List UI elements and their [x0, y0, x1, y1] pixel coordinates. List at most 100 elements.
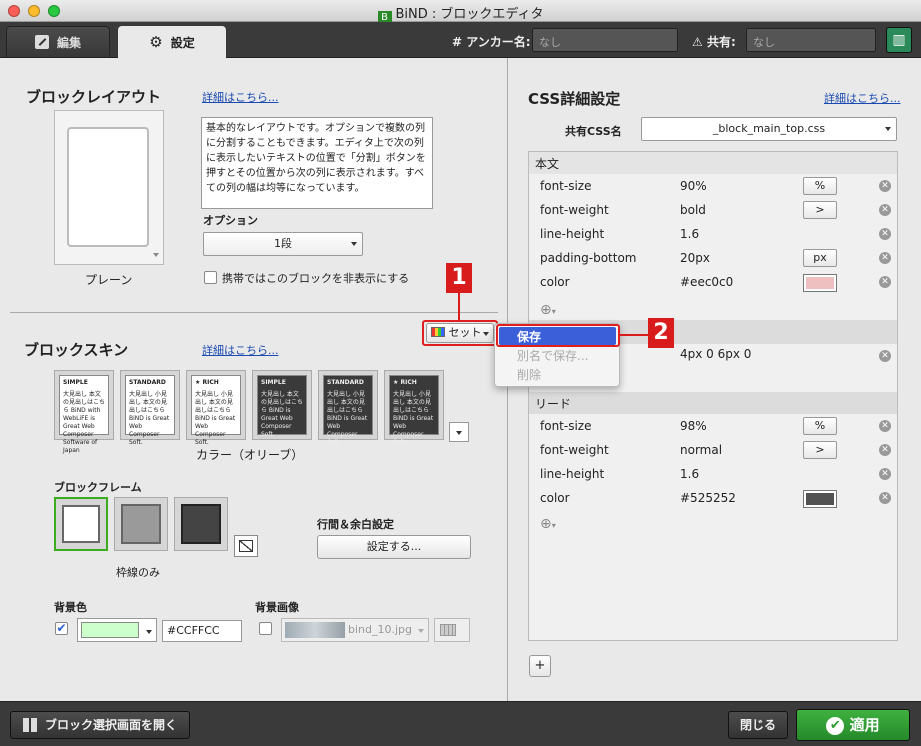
menu-item-delete[interactable]: 削除: [517, 366, 541, 383]
css-property-value[interactable]: normal: [680, 443, 722, 457]
block-skin-detail-link[interactable]: 詳細はこちら...: [202, 342, 279, 358]
apply-label: 適用: [849, 716, 880, 734]
tab-edit[interactable]: 編集: [6, 26, 110, 58]
css-property-value[interactable]: #eec0c0: [680, 275, 733, 289]
layout-preview[interactable]: [54, 110, 164, 265]
add-section-button[interactable]: +: [529, 655, 551, 677]
skin-label: ★ RICH: [195, 379, 219, 386]
shared-css-label: 共有CSS名: [565, 125, 622, 138]
book-icon[interactable]: ▥: [886, 27, 912, 53]
skin-option[interactable]: SIMPLE 大見出し 本文の見出しはこちら BiND with WebLiFE …: [54, 370, 114, 454]
title-bar: B BiND : ブロックエディタ: [0, 0, 921, 25]
close-button[interactable]: 閉じる: [728, 711, 788, 739]
annotation-badge-2: 2: [648, 318, 674, 348]
css-property-row[interactable]: color #eec0c0 ✕: [520, 270, 900, 294]
frame-option-gray[interactable]: [114, 497, 168, 551]
color-swatch[interactable]: [803, 490, 837, 508]
add-body-property-icon[interactable]: ⊕▾: [540, 302, 556, 318]
skin-option[interactable]: STANDARD 大見出し 小見出し 本文の見出しはこちら BiND is Gre…: [120, 370, 180, 446]
css-property-value[interactable]: #525252: [680, 491, 736, 505]
remove-property-icon[interactable]: ✕: [879, 492, 891, 504]
option-label: オプション: [203, 214, 258, 227]
toolbar: 編集 ⚙ 設定 # アンカー名: なし ⚠ 共有: なし ▥: [0, 22, 921, 58]
share-label-wrap: ⚠ 共有:: [692, 33, 736, 50]
value-picker-button[interactable]: >: [803, 201, 837, 219]
grid-icon: [23, 718, 37, 732]
remove-property-icon[interactable]: ✕: [879, 444, 891, 456]
remove-property-icon[interactable]: ✕: [879, 468, 891, 480]
skin-preview: STANDARD 大見出し 小見出し 本文の見出しはこちら BiND is Gre…: [125, 375, 175, 446]
bg-image-select[interactable]: bind_10.jpg: [281, 618, 429, 642]
css-property-value[interactable]: 1.6: [680, 227, 699, 241]
open-block-select-button[interactable]: ブロック選択画面を開く: [10, 711, 190, 739]
remove-property-icon[interactable]: ✕: [879, 252, 891, 264]
bg-image-label: 背景画像: [255, 601, 299, 614]
skin-label: SIMPLE: [63, 379, 88, 386]
skin-option[interactable]: STANDARD 大見出し 小見出し 本文の見出しはこちら BiND is Gre…: [318, 370, 378, 446]
css-property-value[interactable]: 20px: [680, 251, 710, 265]
bg-image-checkbox[interactable]: [259, 622, 272, 635]
css-property-row[interactable]: font-size 90%% ✕: [520, 174, 900, 198]
css-property-key: color: [540, 275, 570, 289]
css-property-value[interactable]: bold: [680, 203, 706, 217]
bg-image-tile-icon[interactable]: [434, 618, 470, 642]
window-title-text: BiND : ブロックエディタ: [395, 7, 544, 22]
block-layout-detail-link[interactable]: 詳細はこちら...: [202, 89, 279, 105]
skin-option[interactable]: ★ RICH 大見出し 小見出し 本文の見出しはこちら BiND is Great…: [186, 370, 246, 446]
spacing-settings-button[interactable]: 設定する...: [317, 535, 471, 559]
spacing-label: 行間＆余白設定: [317, 518, 394, 531]
remove-property-icon[interactable]: ✕: [879, 204, 891, 216]
skin-preview: ★ RICH 大見出し 小見出し 本文の見出しはこちら BiND is Great…: [389, 375, 439, 446]
remove-property-icon[interactable]: ✕: [879, 420, 891, 432]
css-property-key: font-size: [540, 179, 592, 193]
frame-none-icon[interactable]: [234, 535, 258, 557]
bg-color-checkbox[interactable]: ✔: [55, 622, 68, 635]
frame-option-border[interactable]: [54, 497, 108, 551]
annotation-badge-1: 1: [446, 263, 472, 293]
annotation-line-1: [458, 293, 460, 320]
shared-css-select[interactable]: _block_main_top.css: [641, 117, 897, 141]
css-property-row[interactable]: line-height 1.6 ✕: [520, 222, 900, 246]
value-picker-button[interactable]: >: [803, 441, 837, 459]
color-swatch[interactable]: [803, 274, 837, 292]
css-property-row[interactable]: font-size 98%% ✕: [520, 414, 900, 438]
remove-property-icon[interactable]: ✕: [879, 276, 891, 288]
unit-select[interactable]: %: [803, 417, 837, 435]
css-settings-title: CSS詳細設定: [528, 90, 621, 108]
apply-button[interactable]: ✔ 適用: [796, 709, 910, 741]
bg-color-swatch[interactable]: [77, 618, 157, 642]
set-button[interactable]: セット: [426, 323, 494, 343]
css-property-value[interactable]: 90%: [680, 179, 707, 193]
css-detail-link[interactable]: 詳細はこちら...: [824, 90, 901, 106]
css-property-value[interactable]: 1.6: [680, 467, 699, 481]
css-property-row[interactable]: padding-bottom 20px px ✕: [520, 246, 900, 270]
option-select[interactable]: 1段: [203, 232, 363, 256]
skin-option[interactable]: SIMPLE 大見出し 本文の見出しはこちら BiND is Great Web …: [252, 370, 312, 440]
layout-description: 基本的なレイアウトです。オプションで複数の列に分割することもできます。エディタ上…: [201, 117, 433, 209]
menu-item-save-as[interactable]: 別名で保存...: [517, 347, 588, 364]
tab-settings[interactable]: ⚙ 設定: [118, 26, 226, 58]
css-property-row[interactable]: font-weight normal > ✕: [520, 438, 900, 462]
remove-property-icon[interactable]: ✕: [879, 180, 891, 192]
hide-mobile-label: 携帯ではこのブロックを非表示にする: [222, 272, 410, 285]
hide-mobile-checkbox[interactable]: [204, 271, 217, 284]
css-property-row[interactable]: line-height 1.6 ✕: [520, 462, 900, 486]
remove-property-icon[interactable]: ✕: [879, 228, 891, 240]
css-property-row[interactable]: font-weight bold > ✕: [520, 198, 900, 222]
annotation-line-2: [620, 334, 648, 336]
bg-color-input[interactable]: #CCFFCC: [162, 620, 242, 642]
hidden-row-value: 4px 0 6px 0: [680, 347, 752, 361]
anchor-name-input[interactable]: なし: [532, 28, 678, 52]
skin-option[interactable]: ★ RICH 大見出し 小見出し 本文の見出しはこちら BiND is Great…: [384, 370, 444, 446]
remove-hidden-row-icon[interactable]: ✕: [879, 350, 891, 362]
css-property-value[interactable]: 98%: [680, 419, 707, 433]
share-select[interactable]: なし: [746, 28, 876, 52]
css-property-row[interactable]: color #525252 ✕: [520, 486, 900, 510]
add-lead-property-icon[interactable]: ⊕▾: [540, 516, 556, 532]
unit-select[interactable]: %: [803, 177, 837, 195]
css-property-key: line-height: [540, 467, 605, 481]
skin-more-dropdown[interactable]: [449, 422, 469, 442]
pencil-icon: [34, 35, 49, 49]
unit-select[interactable]: px: [803, 249, 837, 267]
frame-option-dark[interactable]: [174, 497, 228, 551]
